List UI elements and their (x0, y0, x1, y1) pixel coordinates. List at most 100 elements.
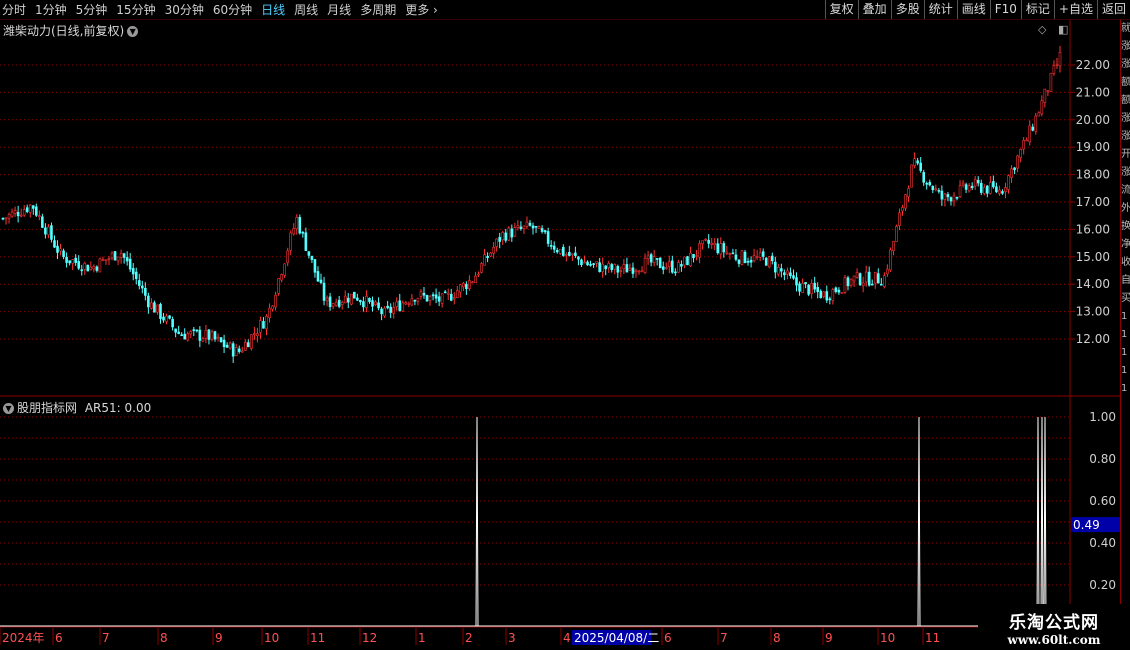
candle-body (976, 179, 980, 184)
candle-body (216, 336, 220, 339)
candle-body (1055, 64, 1059, 66)
price-tick-label: 18.00 (1076, 168, 1110, 182)
candle-body (1007, 175, 1010, 190)
candle-body (101, 259, 105, 261)
quote-sidebar-strip[interactable]: 就涨涨额额涨涨开涨流外换净收自买11111 (1120, 20, 1130, 630)
candle-body (519, 226, 523, 230)
candle-body (271, 305, 274, 310)
indicator-current-value: 0.49 (1073, 518, 1100, 532)
candle-body (119, 253, 123, 258)
candle-body (240, 350, 244, 353)
x-axis-label: 4 (563, 631, 571, 645)
candle-body (110, 252, 114, 259)
candle-body (804, 282, 807, 285)
candle-body (165, 315, 168, 322)
indicator-tick-label: 1.00 (1089, 410, 1116, 424)
candle-body (558, 248, 562, 254)
candle-body (613, 264, 617, 270)
candle-body (222, 339, 226, 347)
candle-body (247, 342, 250, 348)
chart-svg[interactable]: 22.0021.0020.0019.0018.0017.0016.0015.00… (0, 0, 1130, 650)
candle-body (1040, 100, 1044, 115)
candle-body (504, 232, 508, 241)
candle-body (722, 243, 726, 253)
price-tick-label: 20.00 (1076, 113, 1110, 127)
candle-body (631, 267, 635, 274)
indicator-value-label: AR51: 0.00 (84, 401, 152, 415)
candle-body (401, 302, 405, 312)
candle-body (7, 214, 11, 219)
candle-body (586, 261, 589, 266)
candle-body (371, 300, 374, 307)
candle-body (967, 185, 971, 192)
candle-body (767, 256, 771, 268)
candle-body (62, 250, 65, 258)
candle-body (698, 243, 701, 258)
x-axis-label: 7 (102, 631, 110, 645)
x-axis-label: 7 (720, 631, 728, 645)
price-tick-label: 21.00 (1076, 85, 1110, 99)
candle-body (549, 245, 553, 247)
candle-body (534, 226, 538, 228)
candle-body (952, 195, 956, 202)
strip-label: 买 (1121, 293, 1130, 304)
candle-body (728, 253, 732, 256)
candle-body (607, 263, 611, 268)
candle-body (525, 221, 529, 227)
candle-body (219, 337, 223, 343)
candle-body (307, 251, 311, 256)
candle-body (474, 275, 477, 284)
candle-body (658, 257, 662, 269)
candle-body (786, 270, 789, 275)
candle-body (298, 217, 302, 234)
site-watermark: 乐淘公式网 www.60lt.com (978, 604, 1130, 650)
candle-body (813, 282, 816, 290)
candle-body (71, 259, 74, 264)
candle-body (643, 257, 647, 274)
chevron-down-icon[interactable]: ▼ (3, 403, 14, 414)
candle-body (1052, 65, 1056, 74)
candle-body (668, 261, 671, 267)
candle-body (428, 295, 432, 301)
candle-body (855, 271, 859, 278)
candle-body (986, 185, 989, 194)
candle-body (1010, 168, 1013, 178)
diamond-icon[interactable]: ◇ (1038, 23, 1046, 36)
chevron-down-icon[interactable]: ▼ (127, 26, 139, 37)
candle-body (571, 253, 574, 256)
candle-body (861, 282, 865, 286)
candle-body (770, 255, 774, 262)
candle-body (144, 287, 147, 296)
candle-body (340, 302, 344, 305)
candle-body (598, 262, 601, 273)
strip-label: 开 (1121, 149, 1130, 160)
candle-body (16, 211, 20, 217)
candle-body (462, 283, 465, 288)
candle-body (886, 268, 889, 275)
candle-body (56, 245, 59, 253)
candle-body (531, 225, 535, 229)
x-axis-label: 9 (215, 631, 223, 645)
candle-body (38, 215, 41, 218)
candle-body (695, 255, 698, 257)
candle-body (889, 249, 892, 271)
candle-body (316, 271, 320, 282)
candle-body (277, 278, 280, 294)
candle-body (995, 186, 998, 193)
candle-body (53, 240, 56, 248)
candle-body (1037, 112, 1041, 117)
candle-body (377, 302, 380, 309)
strip-label: 外 (1121, 203, 1130, 214)
candle-body (792, 275, 795, 279)
candle-body (795, 277, 798, 286)
candle-body (583, 261, 586, 264)
watermark-name: 乐淘公式网 (1009, 613, 1099, 633)
candle-body (834, 287, 838, 292)
candle-body (964, 184, 968, 190)
candle-body (970, 185, 974, 189)
candle-body (201, 338, 205, 342)
candle-body (904, 194, 907, 209)
window-icon[interactable]: ◧ (1058, 23, 1068, 36)
candle-body (28, 204, 32, 213)
candle-body (274, 294, 277, 308)
